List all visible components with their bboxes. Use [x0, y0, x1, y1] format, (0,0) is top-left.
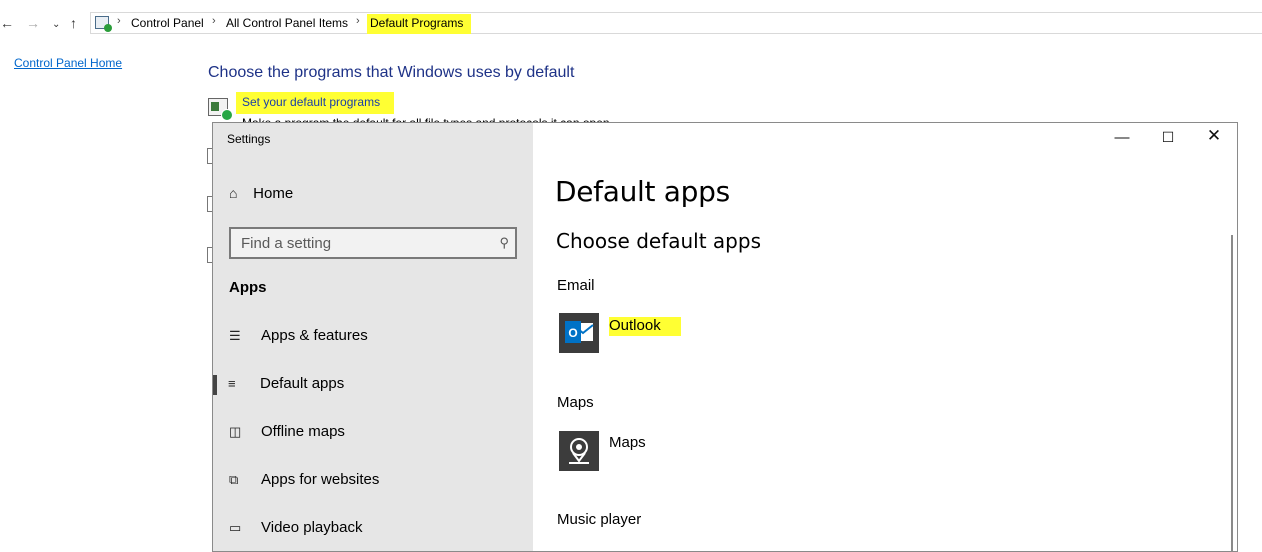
control-panel-home-link[interactable]: Control Panel Home — [14, 56, 122, 70]
nav-item-label: Apps & features — [261, 327, 368, 344]
maps-default-app-button[interactable]: Maps — [609, 434, 646, 451]
map-icon: ◫ — [229, 424, 242, 439]
settings-window: Settings ⌂ Home Find a setting ⚲ Apps ☰ A… — [212, 122, 1238, 552]
recent-locations-chevron-icon[interactable]: ⌄ — [52, 16, 60, 34]
nav-item-label: Default apps — [260, 375, 345, 392]
nav-item-apps-for-websites[interactable]: ⧉ Apps for websites — [229, 471, 379, 488]
chevron-right-icon[interactable]: › — [117, 15, 121, 27]
window-title: Settings — [227, 132, 271, 146]
address-bar[interactable]: › Control Panel › All Control Panel Item… — [90, 12, 1262, 34]
section-subheading: Choose default apps — [556, 229, 761, 253]
forward-arrow-icon[interactable]: → — [26, 14, 40, 32]
breadcrumb-default-programs[interactable]: Default Programs — [367, 14, 472, 34]
email-default-app-button[interactable]: Outlook — [609, 317, 681, 336]
nav-item-label: Video playback — [261, 519, 363, 536]
nav-item-video-playback[interactable]: ▭ Video playback — [229, 519, 362, 536]
outlook-app-tile[interactable]: O — [559, 313, 599, 353]
page-heading: Choose the programs that Windows uses by… — [208, 64, 575, 81]
nav-item-label: Offline maps — [261, 423, 345, 440]
default-programs-icon — [208, 98, 233, 121]
search-input[interactable]: Find a setting — [241, 235, 331, 252]
home-icon: ⌂ — [229, 185, 238, 201]
minimize-icon[interactable]: — — [1107, 129, 1137, 146]
search-icon[interactable]: ⚲ — [499, 235, 509, 251]
chevron-right-icon[interactable]: › — [356, 15, 360, 27]
chevron-right-icon[interactable]: › — [212, 15, 216, 27]
maps-pin-icon — [569, 438, 589, 464]
settings-main-pane: — ☐ ✕ Default apps Choose default apps E… — [533, 123, 1237, 551]
scrollbar[interactable] — [1231, 235, 1233, 551]
settings-sidebar: Settings ⌂ Home Find a setting ⚲ Apps ☰ A… — [213, 123, 533, 551]
apps-section-heading: Apps — [229, 279, 267, 296]
open-window-icon: ⧉ — [229, 472, 239, 487]
set-default-programs-link[interactable]: Set your default programs — [236, 92, 395, 114]
nav-item-label: Apps for websites — [261, 471, 380, 488]
settings-search-box[interactable]: Find a setting ⚲ — [229, 227, 517, 259]
nav-item-apps-features[interactable]: ☰ Apps & features — [229, 327, 368, 344]
home-nav-item[interactable]: ⌂ Home — [229, 185, 293, 202]
breadcrumb-control-panel[interactable]: Control Panel — [131, 16, 204, 31]
maximize-icon[interactable]: ☐ — [1153, 129, 1183, 146]
page-title: Default apps — [555, 175, 730, 208]
default-apps-icon: ≡ — [228, 376, 236, 391]
video-icon: ▭ — [229, 520, 242, 535]
breadcrumb-all-items[interactable]: All Control Panel Items — [226, 16, 348, 31]
up-arrow-icon[interactable]: ↑ — [70, 14, 77, 32]
back-arrow-icon[interactable]: ← — [0, 14, 14, 32]
control-panel-icon — [95, 16, 112, 32]
music-player-category-label: Music player — [557, 511, 642, 528]
nav-item-default-apps[interactable]: ≡ Default apps — [228, 375, 344, 392]
svg-text:O: O — [568, 326, 577, 340]
home-label: Home — [253, 185, 294, 202]
maps-category-label: Maps — [557, 394, 594, 411]
nav-item-offline-maps[interactable]: ◫ Offline maps — [229, 423, 345, 440]
outlook-icon: O — [565, 321, 594, 343]
maps-app-tile[interactable] — [559, 431, 599, 471]
outlook-app-name: Outlook — [609, 317, 681, 336]
selected-indicator — [213, 375, 217, 395]
list-icon: ☰ — [229, 328, 241, 343]
email-category-label: Email — [557, 277, 595, 294]
close-icon[interactable]: ✕ — [1199, 126, 1229, 146]
